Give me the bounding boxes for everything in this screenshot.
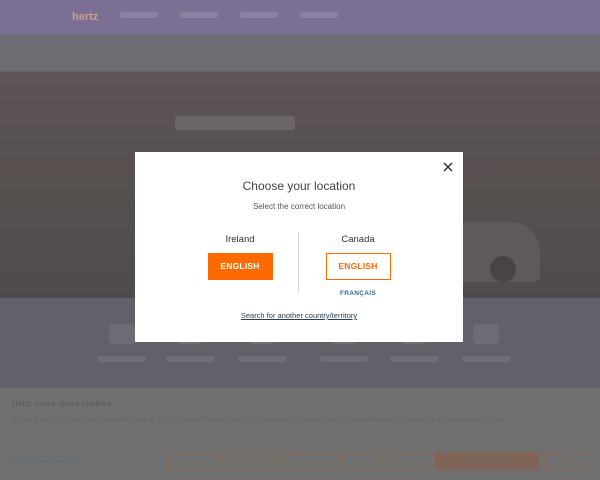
search-country-link[interactable]: Search for another country/territory bbox=[135, 311, 463, 320]
top-menu-item bbox=[300, 12, 338, 18]
cookie-banner-title: Hertz cares about cookies bbox=[12, 399, 112, 408]
location-canada: Canada ENGLISH FRANÇAIS bbox=[303, 234, 413, 297]
brand-logo: hertz bbox=[72, 11, 99, 23]
location-modal: Choose your location Select the correct … bbox=[135, 152, 463, 342]
modal-subtitle: Select the correct location bbox=[252, 202, 346, 211]
manage-cookies-link[interactable]: Manage cookie settings bbox=[12, 456, 75, 462]
column-divider bbox=[298, 232, 299, 293]
reject-cookies-button[interactable]: Reject non-essential cookies bbox=[168, 452, 336, 470]
top-menu-item bbox=[240, 12, 278, 18]
accept-all-cookies-button[interactable]: Accept all cookies bbox=[434, 452, 540, 470]
top-menu-item bbox=[180, 12, 218, 18]
hero-car-wheel bbox=[490, 256, 516, 282]
canada-english-button[interactable]: ENGLISH bbox=[325, 253, 391, 280]
cookie-banner: Hertz cares about cookies We use cookies… bbox=[0, 388, 600, 480]
cookie-banner-text: We use cookies to enhance your experienc… bbox=[12, 417, 507, 423]
location-ireland: Ireland ENGLISH bbox=[185, 234, 295, 280]
ireland-english-button[interactable]: ENGLISH bbox=[207, 253, 273, 280]
top-menu bbox=[120, 12, 338, 18]
country-label: Canada bbox=[341, 234, 375, 245]
country-label: Ireland bbox=[225, 234, 255, 245]
service-item bbox=[456, 324, 516, 374]
top-header: hertz bbox=[0, 0, 600, 34]
accept-cookies-button[interactable]: Accept bbox=[340, 452, 430, 470]
modal-title: Choose your location bbox=[242, 179, 356, 193]
close-icon[interactable] bbox=[441, 160, 455, 174]
canada-french-link[interactable]: FRANÇAIS bbox=[303, 290, 413, 297]
sub-navigation bbox=[0, 34, 600, 72]
top-menu-item bbox=[120, 12, 158, 18]
hero-heading bbox=[175, 116, 295, 130]
cookie-close-button[interactable]: Close bbox=[544, 452, 590, 470]
